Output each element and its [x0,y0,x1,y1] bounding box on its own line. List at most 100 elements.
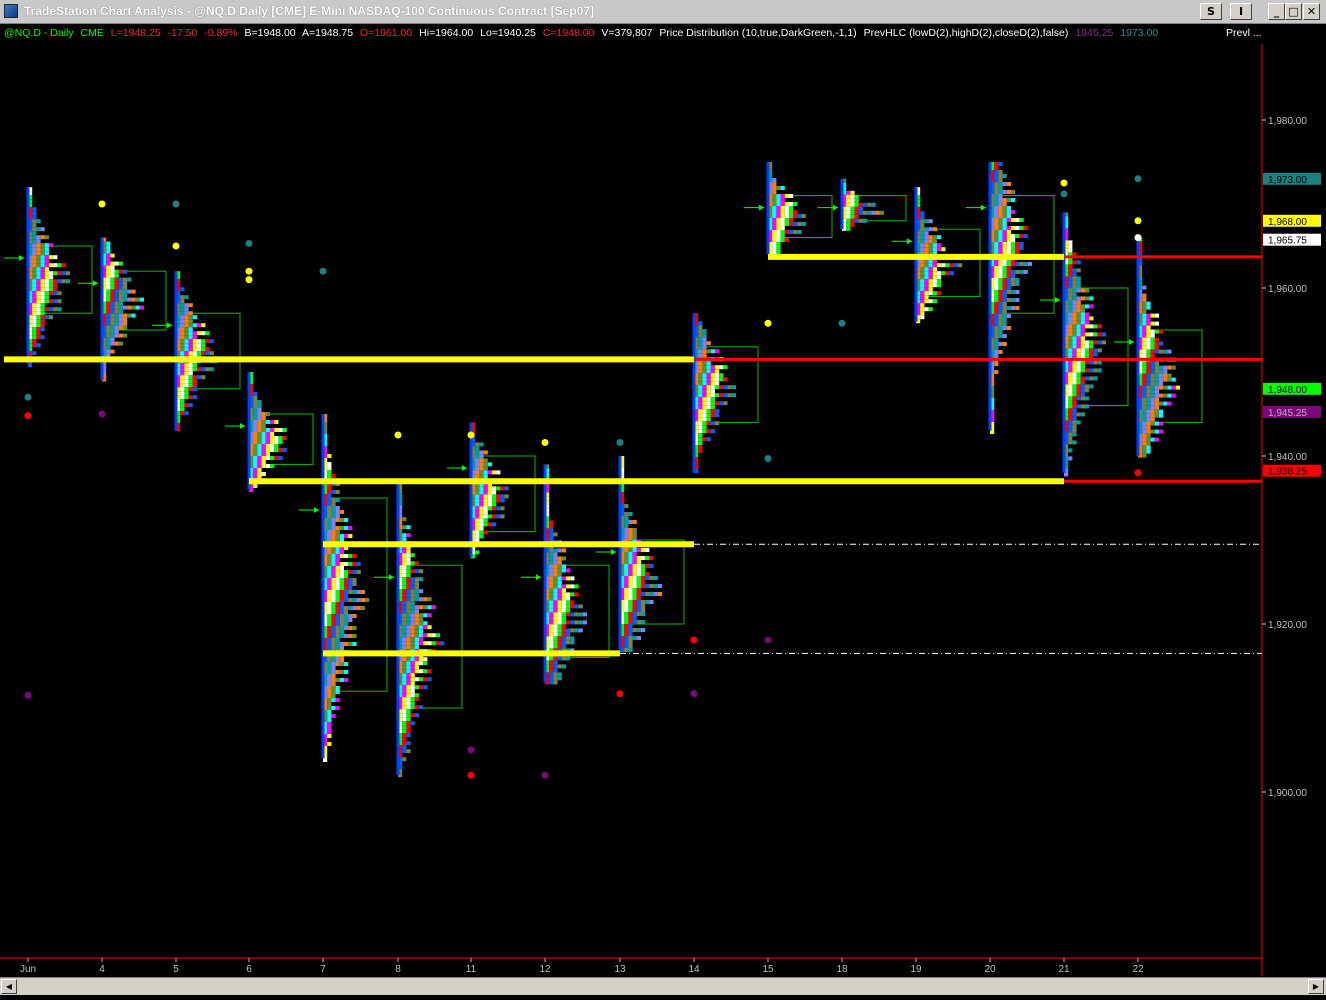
profile-block [920,247,925,252]
chart-area[interactable]: 1,980.00 1,960.00 1,940.00 1,920.00 1,900.00… [0,42,1326,976]
profile-block [1085,404,1090,409]
profile-block [32,307,37,312]
interval-button[interactable]: I [1230,3,1252,20]
profile-block [628,576,633,580]
profile-block [36,255,41,260]
profile-block [628,532,633,536]
profile-block [1089,352,1094,357]
profile-block [1006,274,1011,278]
profile-block [998,262,1003,266]
profile-block [274,448,279,452]
profile-block [1006,314,1011,318]
profile-block [479,514,484,519]
profile-block [327,666,332,670]
profile-block [698,349,703,354]
profile-block [1146,449,1151,454]
profile-block [270,432,275,436]
profile-block [1085,368,1090,373]
profile-block [406,729,411,734]
profile-block [1154,421,1159,426]
profile-block [36,243,41,248]
profile-block [118,297,123,302]
profile-block [487,522,492,527]
close-button[interactable]: ✕ [1303,3,1320,20]
profile-block [570,640,575,645]
profile-block [1159,349,1164,354]
profile-block [402,573,407,578]
profile-block [127,277,132,282]
profile-block [192,323,197,328]
profile-block [327,714,332,718]
profile-block [715,377,720,382]
profile-block [1150,385,1155,390]
profile-block [410,657,415,662]
profile-block [553,672,558,677]
profile-block [920,235,925,240]
scroll-left-icon[interactable]: ◀ [1,979,17,994]
profile-block [402,533,407,538]
time-tick-label: 20 [984,964,996,975]
profile-block [928,299,933,304]
minimize-button[interactable]: _ [1268,3,1285,20]
profile-block [1076,280,1081,285]
profile-block [423,657,428,662]
profile-block [110,261,115,266]
profile-block [994,314,999,318]
profile-block [557,632,562,637]
profile-block [1076,336,1081,341]
profile-block [32,251,37,256]
profile-block [188,395,193,400]
profile-block [994,350,999,354]
profile-block [549,640,554,645]
profile-block [702,417,707,422]
profile-block [994,354,999,358]
profile-block [344,574,349,578]
profile-block [331,530,336,534]
profile-block [257,472,262,476]
scroll-right-icon[interactable]: ▶ [1308,979,1324,994]
profile-block [582,620,587,625]
profile-block [645,564,650,568]
profile-block [32,211,37,216]
profile-block [920,315,925,320]
profile-block [44,235,49,240]
profile-block [360,606,365,610]
profile-block [698,325,703,330]
profile-block [1142,285,1147,290]
maximize-button[interactable]: □ [1285,3,1302,20]
profile-block [998,178,1003,182]
profile-block [1163,365,1168,370]
profile-block [632,588,637,592]
profile-block [1146,325,1151,330]
profile-block [180,375,185,380]
profile-block [32,311,37,316]
horizontal-scrollbar[interactable]: ◀ ▶ [0,977,1326,995]
profile-block [1150,409,1155,414]
profile-block [1089,348,1094,353]
profile-block [192,367,197,372]
profile-block [410,593,415,598]
profile-block [36,291,41,296]
profile-block [184,367,189,372]
profile-block [327,510,332,514]
profile-block [636,556,641,560]
profile-block [331,670,336,674]
profile-block [561,564,566,569]
profile-block [937,235,942,240]
profile-block [924,291,929,296]
price-flag-label: 1,965.75 [1268,236,1307,247]
profile-block [253,468,258,472]
symbol-link-button[interactable]: S [1200,3,1222,20]
profile-block [994,186,999,190]
profile-block [114,309,119,314]
profile-block [549,616,554,621]
price-chart[interactable]: 1,980.001,960.001,940.001,920.001,900.00… [0,42,1326,978]
profile-block [40,311,45,316]
profile-block [257,456,262,460]
profile-block [1002,222,1007,226]
profile-block [924,299,929,304]
profile-block [184,303,189,308]
profile-block [702,437,707,442]
profile-block [924,279,929,284]
profile-block [180,407,185,412]
